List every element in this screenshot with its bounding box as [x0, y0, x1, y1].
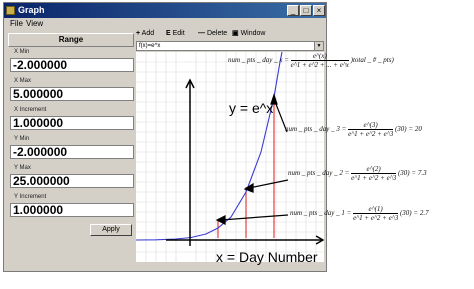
- ymin-label: Y Min: [14, 136, 30, 142]
- edit-icon: E: [166, 30, 171, 37]
- arrow-day2: [248, 179, 289, 189]
- function-value: f(x)=e^x: [139, 43, 161, 49]
- edit-button[interactable]: E Edit: [166, 28, 185, 40]
- ymax-field[interactable]: 25.000000: [10, 174, 134, 188]
- minus-icon: —: [198, 30, 205, 37]
- chevron-down-icon[interactable]: ▼: [314, 42, 323, 50]
- title-bar[interactable]: Graph _ □ ×: [4, 3, 326, 18]
- ymax-label: Y Max: [14, 165, 31, 171]
- function-select[interactable]: f(x)=e^x ▼: [136, 41, 324, 51]
- ymin-field[interactable]: -2.000000: [10, 145, 134, 159]
- xmin-label: X Min: [14, 49, 30, 55]
- maximize-button[interactable]: □: [300, 5, 312, 16]
- formula-day1: num _ pts _ day _ 1 = e^(1) e^1 + e^2 + …: [290, 205, 429, 222]
- formula-day3: num _ pts _ day _ 3 = e^(3) e^1 + e^2 + …: [285, 121, 422, 138]
- plus-icon: +: [136, 30, 141, 37]
- window-button[interactable]: ▣ Window: [232, 28, 265, 40]
- app-icon: [6, 6, 15, 15]
- xmin-field[interactable]: -2.000000: [10, 58, 134, 72]
- xmax-field[interactable]: 5.000000: [10, 87, 134, 101]
- formula-top: num _ pts _ day _ x = e^(x) e^1 + e^2 + …: [228, 52, 394, 69]
- yinc-field[interactable]: 1.000000: [10, 203, 134, 217]
- menu-file[interactable]: File: [10, 18, 23, 30]
- xinc-field[interactable]: 1.000000: [10, 116, 134, 130]
- xmax-label: X Max: [14, 78, 32, 84]
- formula-day2: num _ pts _ day _ 2 = e^(2) e^1 + e^2 + …: [288, 165, 427, 182]
- window-icon: ▣: [232, 30, 239, 37]
- menu-bar: File View: [4, 18, 326, 30]
- window-title: Graph: [18, 5, 45, 15]
- minimize-button[interactable]: _: [287, 5, 299, 16]
- add-button[interactable]: + Add: [136, 28, 154, 40]
- range-header: Range: [8, 33, 134, 47]
- yinc-label: Y Increment: [14, 194, 47, 200]
- arrow-day1: [220, 214, 289, 221]
- menu-view[interactable]: View: [26, 18, 43, 30]
- close-button[interactable]: ×: [313, 5, 325, 16]
- apply-button[interactable]: Apply: [90, 224, 132, 236]
- delete-button[interactable]: — Delete: [198, 28, 227, 40]
- xinc-label: X Increment: [14, 107, 47, 113]
